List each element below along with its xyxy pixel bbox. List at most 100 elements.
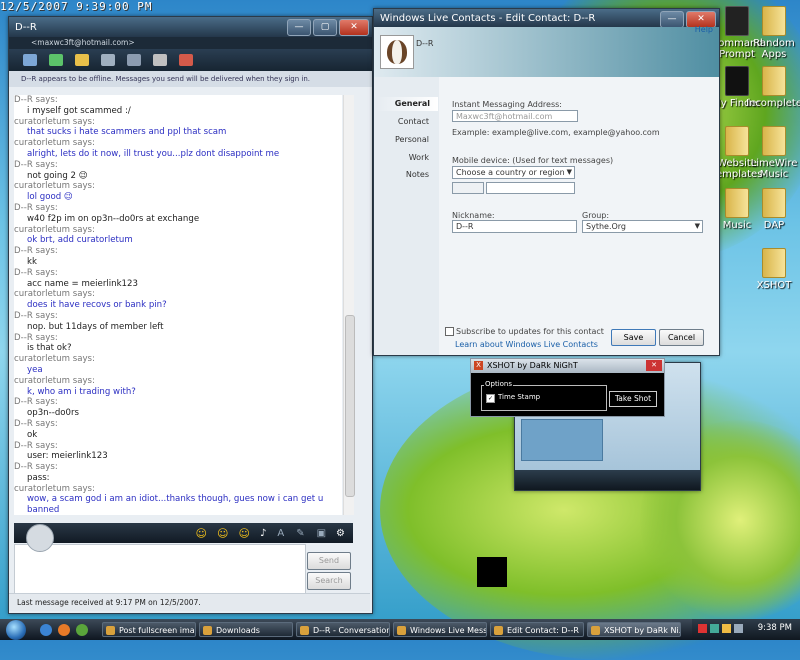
message-sender: D--R says:	[14, 159, 58, 170]
background-icon[interactable]: ▣	[317, 528, 326, 539]
message-sender: curatorletum says:	[14, 116, 95, 127]
clock[interactable]: 9:38 PM	[758, 623, 792, 633]
nudge-icon[interactable]: ☺	[238, 527, 249, 540]
country-code-field[interactable]	[452, 182, 484, 194]
contact-header: D--R Help	[374, 25, 719, 77]
video-icon[interactable]	[101, 54, 115, 66]
message-input[interactable]	[14, 544, 306, 594]
activities-icon[interactable]	[153, 54, 167, 66]
message-text: kk	[27, 256, 37, 267]
message-sender: D--R says:	[14, 332, 58, 343]
message-sender: curatorletum says:	[14, 181, 95, 192]
folder-icon	[762, 188, 786, 218]
message-text: wow, a scam god i am an idiot...thanks t…	[27, 494, 324, 515]
cancel-button[interactable]: Cancel	[659, 329, 704, 346]
phone-number-field[interactable]	[486, 182, 575, 194]
emoticon-icon[interactable]: ☺	[196, 527, 207, 540]
chat-toolbar	[9, 49, 372, 71]
nav-work[interactable]: Work	[376, 153, 429, 162]
font-icon[interactable]: A	[277, 528, 284, 539]
message-text: w40 f2p im on op3n--do0rs at exchange	[27, 213, 200, 224]
minimize-button[interactable]: —	[660, 11, 684, 28]
chevron-down-icon: ▼	[566, 168, 572, 176]
tray-icon[interactable]	[710, 624, 719, 633]
quick-launch-media-icon[interactable]	[76, 624, 88, 636]
offline-info-bar: D--R appears to be offline. Messages you…	[9, 71, 372, 87]
invite-icon[interactable]	[23, 54, 37, 66]
task-conversation[interactable]: D--R - Conversation	[296, 622, 390, 637]
example-text: Example: example@live.com, example@yahoo…	[452, 128, 660, 137]
save-button[interactable]: Save	[611, 329, 656, 346]
message-text: does it have recovs or bank pin?	[27, 300, 167, 311]
take-shot-button[interactable]: Take Shot	[609, 391, 657, 407]
im-address-field[interactable]: Maxwc3ft@hotmail.com	[452, 110, 578, 122]
message-sender: D--R says:	[14, 246, 58, 257]
learn-more-link[interactable]: Learn about Windows Live Contacts	[455, 340, 598, 349]
chat-scrollbar[interactable]	[343, 95, 355, 515]
conversation-titlebar[interactable]: D--R — ▢ ✕	[9, 17, 372, 37]
xshot-app-icon: X	[474, 361, 483, 370]
desktop-icon-incomplete[interactable]: Incomplete	[742, 66, 800, 109]
xshot-titlebar[interactable]: X XSHOT by DaRk NiGhT ✕	[471, 359, 664, 373]
options-group: Options ✓ Time Stamp	[481, 380, 607, 411]
folder-icon	[762, 248, 786, 278]
message-sender: D--R says:	[14, 267, 58, 278]
subscribe-checkbox[interactable]	[445, 327, 454, 336]
subscribe-label: Subscribe to updates for this contact	[456, 327, 604, 336]
xshot-window[interactable]: X XSHOT by DaRk NiGhT ✕ Options ✓ Time S…	[470, 358, 665, 417]
call-icon[interactable]	[127, 54, 141, 66]
folder-icon	[762, 6, 786, 36]
group-select[interactable]: Sythe.Org ▼	[582, 220, 703, 233]
message-text: user: meierlink123	[27, 451, 108, 462]
nav-general[interactable]: General	[376, 97, 438, 111]
close-button[interactable]: ✕	[339, 19, 369, 36]
task-edit-contact[interactable]: Edit Contact: D--R	[490, 622, 584, 637]
taskbar: Post fullscreen ima... Downloads D--R - …	[0, 619, 800, 640]
start-button[interactable]	[6, 620, 26, 640]
desktop-icon-dap[interactable]: DAP	[742, 188, 800, 231]
nav-personal[interactable]: Personal	[376, 135, 429, 144]
tray-icon[interactable]	[698, 624, 707, 633]
help-link[interactable]: Help	[695, 25, 713, 34]
message-text: lol good 😉	[27, 192, 73, 203]
folder-icon	[762, 126, 786, 156]
contacts-icon[interactable]	[49, 54, 63, 66]
volume-icon[interactable]	[734, 624, 743, 633]
edit-contact-titlebar[interactable]: Windows Live Contacts - Edit Contact: D-…	[374, 9, 719, 28]
close-button[interactable]: ✕	[646, 360, 662, 371]
message-sender: curatorletum says:	[14, 375, 95, 386]
message-text: pass:	[27, 472, 50, 483]
send-file-icon[interactable]	[75, 54, 89, 66]
search-button[interactable]: Search	[307, 572, 351, 590]
desktop-icon-xshot[interactable]: XSHOT	[742, 248, 800, 291]
country-select[interactable]: Choose a country or region ▼	[452, 166, 575, 179]
nav-notes[interactable]: Notes	[376, 170, 429, 179]
wink-icon[interactable]: ☺	[217, 527, 228, 540]
desktop-icon-random-apps[interactable]: Random Apps	[742, 6, 800, 60]
task-xshot[interactable]: XSHOT by DaRk Ni...	[587, 622, 681, 637]
message-sender: D--R says:	[14, 418, 58, 429]
nav-contact[interactable]: Contact	[376, 117, 429, 126]
task-post-fullscreen[interactable]: Post fullscreen ima...	[102, 622, 196, 637]
tray-icon[interactable]	[722, 624, 731, 633]
window-toolbar	[515, 470, 700, 490]
task-windows-live-messenger[interactable]: Windows Live Mess...	[393, 622, 487, 637]
handwriting-icon[interactable]: ✎	[296, 528, 304, 539]
nickname-field[interactable]: D--R	[452, 220, 577, 233]
games-icon[interactable]	[179, 54, 193, 66]
minimize-button[interactable]: —	[287, 19, 311, 36]
send-button[interactable]: Send	[307, 552, 351, 570]
quick-launch-firefox-icon[interactable]	[58, 624, 70, 636]
task-downloads[interactable]: Downloads	[199, 622, 293, 637]
message-sender: D--R says:	[14, 462, 58, 473]
quick-launch-browser-icon[interactable]	[40, 624, 52, 636]
maximize-button[interactable]: ▢	[313, 19, 337, 36]
timestamp-checkbox[interactable]: ✓	[486, 394, 495, 403]
scrollbar-thumb[interactable]	[345, 315, 355, 497]
desktop-icon-limewire-music[interactable]: LimeWire Music	[742, 126, 800, 180]
last-message-status: Last message received at 9:17 PM on 12/5…	[17, 598, 201, 607]
message-text: that sucks i hate scammers and ppl that …	[27, 127, 227, 138]
settings-icon[interactable]: ⚙	[336, 528, 345, 539]
chat-log[interactable]: D--R says: i myself got scammed :/curator…	[14, 95, 342, 515]
voice-clip-icon[interactable]: ♪	[260, 528, 266, 539]
